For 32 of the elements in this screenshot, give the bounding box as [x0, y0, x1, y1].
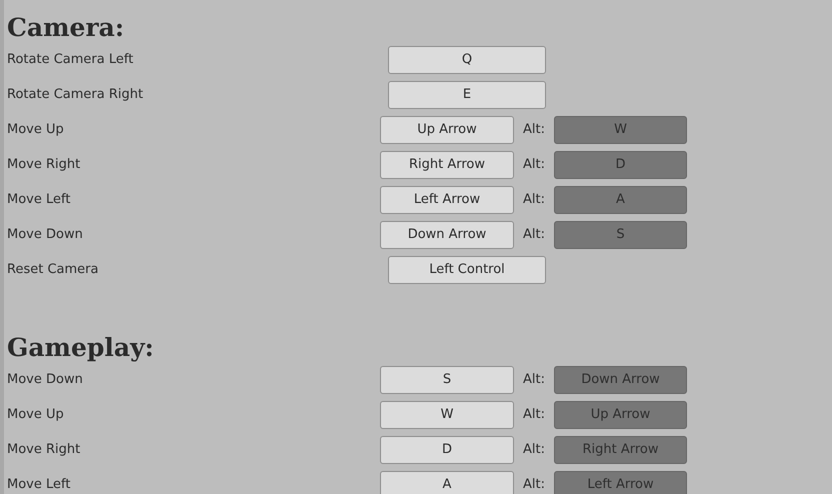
- section-heading: Gameplay:: [7, 334, 155, 362]
- key-binding-button[interactable]: S: [380, 366, 514, 394]
- action-label: Rotate Camera Right: [7, 87, 144, 102]
- key-binding-button[interactable]: E: [388, 80, 546, 108]
- alt-label: Alt:: [522, 192, 546, 207]
- key-binding-button[interactable]: Right Arrow: [380, 150, 514, 178]
- action-label: Move Right: [7, 442, 82, 457]
- key-binding-button[interactable]: Left Control: [388, 256, 546, 284]
- key-binding-button[interactable]: Left Arrow: [380, 186, 514, 214]
- alt-label: Alt:: [522, 442, 546, 457]
- alt-label: Alt:: [522, 122, 546, 137]
- action-label: Move Left: [7, 477, 72, 492]
- alt-label: Alt:: [522, 227, 546, 242]
- action-label: Reset Camera: [7, 262, 100, 277]
- key-binding-button[interactable]: W: [380, 400, 514, 428]
- action-label: Move Up: [7, 122, 65, 137]
- alt-label: Alt:: [522, 157, 546, 172]
- alt-label: Alt:: [522, 372, 546, 387]
- action-label: Move Left: [7, 192, 72, 207]
- section-heading: Camera:: [7, 14, 126, 42]
- key-binding-button[interactable]: Down Arrow: [380, 220, 514, 248]
- action-label: Move Down: [7, 227, 84, 242]
- alt-label: Alt:: [522, 407, 546, 422]
- action-label: Rotate Camera Left: [7, 52, 134, 67]
- key-binding-button[interactable]: Q: [388, 46, 546, 74]
- action-label: Move Up: [7, 407, 65, 422]
- key-binding-button[interactable]: A: [380, 470, 514, 494]
- action-label: Move Down: [7, 372, 84, 387]
- action-label: Move Right: [7, 157, 82, 172]
- alt-label: Alt:: [522, 477, 546, 492]
- key-binding-button[interactable]: Up Arrow: [380, 116, 514, 144]
- key-binding-button[interactable]: D: [380, 436, 514, 464]
